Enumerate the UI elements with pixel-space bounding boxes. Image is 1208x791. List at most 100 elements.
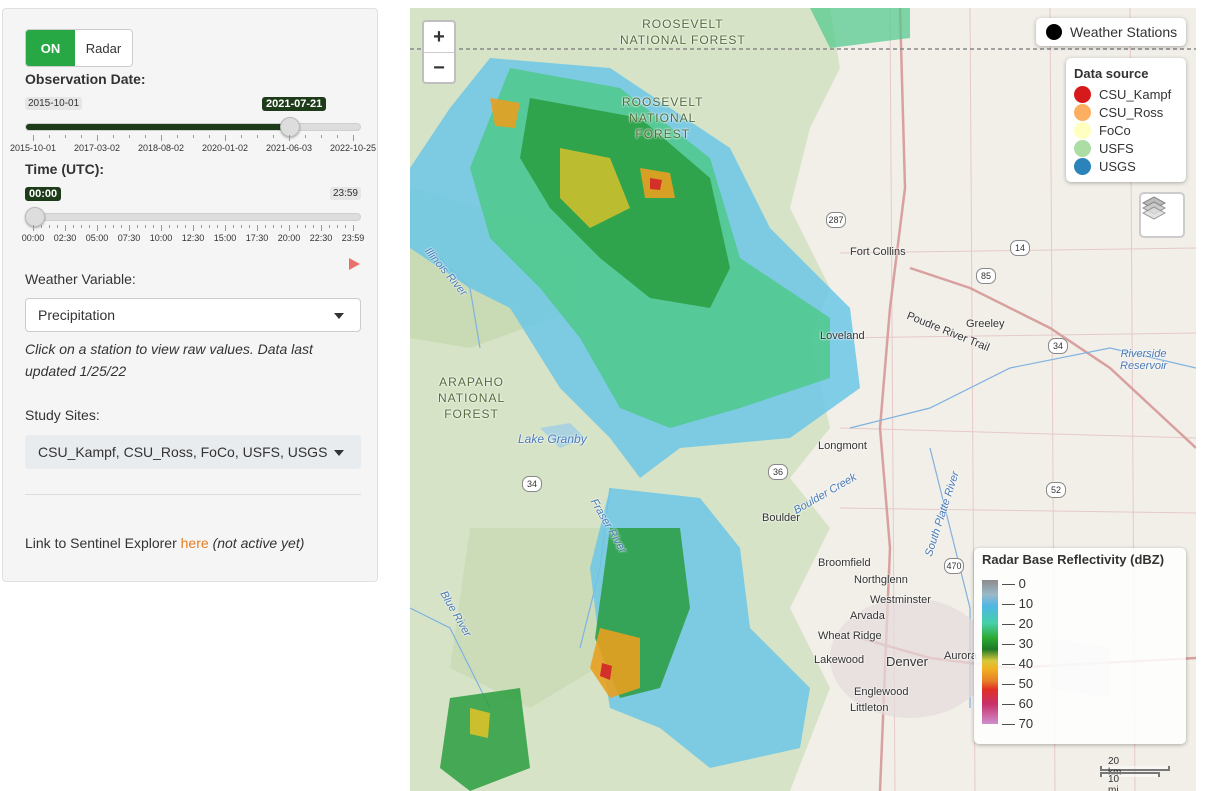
- legend-item: CSU_Ross: [1074, 104, 1163, 121]
- legend-item: CSU_Kampf: [1074, 86, 1171, 103]
- slider-tick: [353, 135, 354, 141]
- place-label: Northglenn: [854, 574, 908, 586]
- slider-tick: [225, 135, 226, 141]
- toggle-label[interactable]: Radar: [75, 30, 132, 66]
- radar-toggle[interactable]: ON Radar: [25, 29, 133, 67]
- toggle-on-state[interactable]: ON: [26, 30, 75, 66]
- place-label: Longmont: [818, 440, 867, 452]
- slider-minor-tick: [257, 135, 258, 138]
- slider-minor-tick: [145, 225, 146, 228]
- slider-tick: [193, 225, 194, 231]
- legend-swatch: [1074, 140, 1091, 157]
- slider-minor-tick: [169, 225, 170, 228]
- place-label: Littleton: [850, 702, 889, 714]
- slider-minor-tick: [121, 225, 122, 228]
- observation-date-slider[interactable]: 2015-10-01 2021-07-21 2015-10-01 2017-03-…: [10, 97, 376, 167]
- slider-fill: [26, 124, 297, 130]
- weather-variable-select[interactable]: Precipitation: [25, 298, 361, 332]
- zoom-in-button[interactable]: +: [424, 22, 454, 53]
- slider-tick-label: 2017-03-02: [73, 143, 121, 153]
- radar-colorbar: [982, 580, 998, 724]
- slider-minor-tick: [337, 135, 338, 138]
- slider-minor-tick: [209, 225, 210, 228]
- observation-date-label: Observation Date:: [25, 71, 146, 87]
- slider-handle[interactable]: [279, 117, 300, 137]
- slider-tick: [321, 225, 322, 231]
- road-shield: 14: [1010, 240, 1030, 256]
- radar-legend-label: — 40: [1002, 656, 1034, 671]
- place-label: Boulder: [762, 512, 800, 524]
- slider-tick-label: 2018-08-02: [137, 143, 185, 153]
- slider-tick-label: 2015-10-01: [9, 143, 57, 153]
- slider-tick: [129, 225, 130, 231]
- place-label: ROOSEVELT NATIONAL FOREST: [620, 17, 746, 47]
- slider-tick: [33, 225, 34, 231]
- slider-tick-label: 07:30: [117, 233, 141, 243]
- link-prefix: Link to Sentinel Explorer: [25, 535, 181, 551]
- slider-minor-tick: [113, 135, 114, 138]
- place-label: Greeley: [966, 318, 1005, 330]
- road-shield: 287: [826, 212, 846, 228]
- slider-value-bubble: 00:00: [25, 187, 62, 201]
- place-label: Riverside Reservoir: [1120, 348, 1168, 372]
- slider-tick: [97, 135, 98, 141]
- slider-tick: [257, 225, 258, 231]
- zoom-control: + −: [422, 20, 456, 84]
- place-label: Aurora: [944, 650, 978, 662]
- slider-minor-tick: [153, 225, 154, 228]
- slider-track[interactable]: [25, 213, 361, 221]
- legend-swatch: [1074, 86, 1091, 103]
- sidebar-panel: ON Radar Observation Date: 2015-10-01 20…: [2, 8, 378, 582]
- play-icon[interactable]: [349, 258, 360, 270]
- place-label: Englewood: [854, 686, 909, 698]
- slider-tick: [289, 135, 290, 141]
- slider-ticks: 2015-10-01 2017-03-02 2018-08-02 2020-01-02…: [10, 135, 376, 153]
- legend-swatch: [1074, 158, 1091, 175]
- place-label: Arvada: [850, 610, 885, 622]
- slider-minor-tick: [65, 135, 66, 138]
- divider: [25, 494, 361, 495]
- slider-tick-label: 2020-01-02: [201, 143, 249, 153]
- slider-tick-label: 05:00: [85, 233, 109, 243]
- slider-handle[interactable]: [25, 207, 45, 227]
- radar-legend-label: — 30: [1002, 636, 1034, 651]
- zoom-out-button[interactable]: −: [424, 53, 454, 83]
- slider-minor-tick: [321, 135, 322, 138]
- map-view[interactable]: ROOSEVELT NATIONAL FOREST ROOSEVELT NATION…: [410, 8, 1196, 791]
- place-label: Westminster: [870, 594, 931, 606]
- road-shield: 52: [1046, 482, 1066, 498]
- place-label: Broomfield: [818, 557, 871, 569]
- slider-minor-tick: [113, 225, 114, 228]
- slider-minor-tick: [265, 225, 266, 228]
- slider-minor-tick: [73, 225, 74, 228]
- place-label: Wheat Ridge: [818, 630, 882, 642]
- slider-tick: [65, 225, 66, 231]
- slider-tick: [353, 225, 354, 231]
- study-sites-select[interactable]: CSU_Kampf, CSU_Ross, FoCo, USFS, USGS: [25, 435, 361, 469]
- slider-tick: [289, 225, 290, 231]
- slider-minor-tick: [297, 225, 298, 228]
- place-label: Denver: [886, 654, 928, 669]
- slider-minor-tick: [249, 225, 250, 228]
- layers-button[interactable]: [1139, 192, 1185, 238]
- slider-minor-tick: [241, 225, 242, 228]
- weather-stations-toggle[interactable]: Weather Stations: [1036, 18, 1186, 46]
- slider-minor-tick: [129, 135, 130, 138]
- station-marker-icon: [1046, 24, 1062, 40]
- study-sites-label: Study Sites:: [25, 407, 100, 423]
- slider-tick-label: 10:00: [149, 233, 173, 243]
- time-slider[interactable]: 00:00 23:59 00:00 02:30 05:00 07:30 10:00 12:…: [22, 187, 364, 257]
- slider-ticks: 00:00 02:30 05:00 07:30 10:00 12:30 15:00 17:30…: [22, 225, 364, 243]
- slider-track[interactable]: [25, 123, 361, 131]
- sentinel-explorer-link[interactable]: here: [181, 535, 209, 551]
- legend-swatch: [1074, 122, 1091, 139]
- slider-tick-label: 12:30: [181, 233, 205, 243]
- radar-legend-label: — 0: [1002, 576, 1026, 591]
- slider-minor-tick: [345, 225, 346, 228]
- radar-legend-label: — 70: [1002, 716, 1034, 731]
- slider-minor-tick: [145, 135, 146, 138]
- weather-variable-label: Weather Variable:: [25, 271, 136, 287]
- legend-title: Data source: [1074, 66, 1149, 81]
- place-label: Lake Granby: [518, 432, 587, 446]
- slider-minor-tick: [329, 225, 330, 228]
